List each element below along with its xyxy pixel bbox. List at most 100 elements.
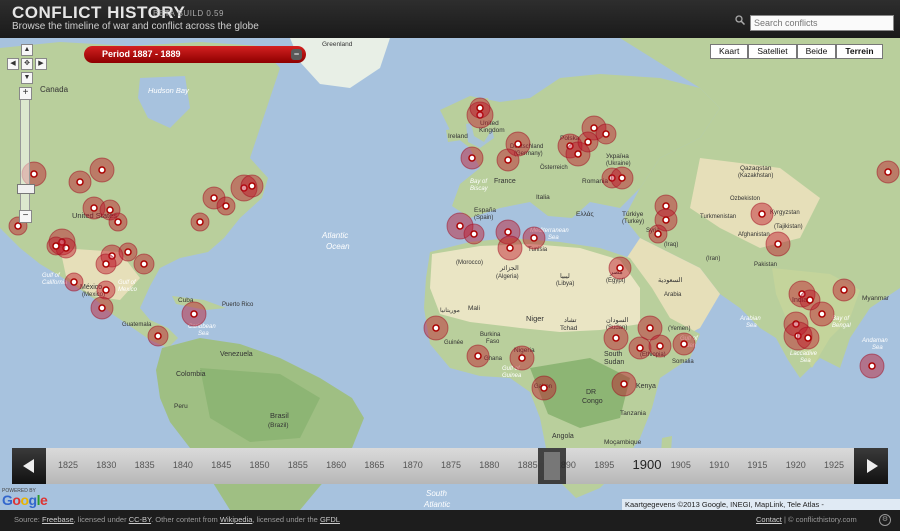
timeline-next-button[interactable] — [854, 448, 888, 484]
conflict-marker[interactable] — [796, 326, 820, 350]
timeline-year[interactable]: 1860 — [326, 460, 346, 470]
conflict-marker[interactable] — [463, 223, 485, 245]
conflict-marker[interactable] — [216, 196, 236, 216]
conflict-marker[interactable] — [108, 212, 128, 232]
conflict-marker[interactable] — [68, 170, 92, 194]
conflict-marker[interactable] — [611, 371, 637, 397]
conflict-marker[interactable] — [89, 157, 115, 183]
conflict-marker[interactable] — [628, 336, 652, 360]
timeline-year[interactable]: 1870 — [403, 460, 423, 470]
timeline-year[interactable]: 1855 — [288, 460, 308, 470]
pan-left-button[interactable]: ◀ — [7, 58, 19, 70]
conflict-marker[interactable] — [190, 212, 210, 232]
conflict-marker[interactable] — [64, 272, 84, 292]
timeline-year[interactable]: 1830 — [96, 460, 116, 470]
conflict-marker[interactable] — [181, 301, 207, 327]
timeline-handle[interactable] — [538, 448, 566, 484]
map-attribution: Kaartgegevens ©2013 Google, INEGI, MapLi… — [622, 499, 900, 510]
google-logo[interactable]: Google — [2, 492, 48, 508]
conflict-marker[interactable] — [46, 236, 66, 256]
conflict-marker[interactable] — [95, 253, 117, 275]
conflict-marker[interactable] — [531, 375, 557, 401]
conflict-marker[interactable] — [595, 123, 617, 145]
timeline-year[interactable]: 1885 — [518, 460, 538, 470]
licensed-text: , licensed under — [73, 515, 127, 524]
timeline-year[interactable]: 1875 — [441, 460, 461, 470]
timeline-year[interactable]: 1845 — [211, 460, 231, 470]
conflict-marker[interactable] — [240, 174, 264, 198]
gfdl-link[interactable]: GFDL — [320, 515, 340, 524]
pan-center-button[interactable]: ✥ — [21, 58, 33, 70]
timeline-year[interactable]: 1920 — [786, 460, 806, 470]
settings-icon[interactable]: ⚙ — [879, 514, 891, 526]
arrow-right-icon — [867, 459, 878, 473]
period-pill[interactable]: Period 1887 - 1889 − — [84, 46, 306, 63]
cc-by-link[interactable]: CC-BY — [129, 515, 151, 524]
pan-up-button[interactable]: ▲ — [21, 44, 33, 56]
conflict-marker[interactable] — [648, 224, 668, 244]
pan-down-button[interactable]: ▼ — [21, 72, 33, 84]
timeline-year[interactable]: 1895 — [594, 460, 614, 470]
conflict-marker[interactable] — [672, 332, 696, 356]
conflict-marker[interactable] — [603, 325, 629, 351]
timeline-year[interactable]: 1840 — [173, 460, 193, 470]
timeline-year[interactable]: 1850 — [250, 460, 270, 470]
period-collapse-button[interactable]: − — [291, 49, 302, 60]
conflict-marker[interactable] — [496, 148, 520, 172]
conflict-marker[interactable] — [469, 97, 491, 119]
timeline-year[interactable]: 1880 — [479, 460, 499, 470]
map-type-terrein-button[interactable]: Terrein — [836, 44, 883, 59]
zoom-slider[interactable] — [20, 88, 30, 222]
period-label: Period 1887 - 1889 — [102, 49, 181, 59]
conflict-marker[interactable] — [577, 131, 599, 153]
wikipedia-link[interactable]: Wikipedia — [220, 515, 253, 524]
conflict-marker[interactable] — [522, 226, 546, 250]
pan-control[interactable]: ▲ ◀ ✥ ▶ ▼ — [5, 44, 47, 84]
zoom-slider-handle[interactable] — [17, 184, 35, 194]
conflict-marker[interactable] — [147, 325, 169, 347]
conflict-marker[interactable] — [460, 146, 484, 170]
contact-link[interactable]: Contact — [756, 515, 782, 524]
conflict-marker[interactable] — [765, 231, 791, 257]
conflict-marker[interactable] — [509, 345, 535, 371]
search-input[interactable] — [750, 15, 894, 31]
timeline-year[interactable]: 1900 — [633, 457, 662, 472]
pan-right-button[interactable]: ▶ — [35, 58, 47, 70]
timeline-year[interactable]: 1825 — [58, 460, 78, 470]
conflict-marker[interactable] — [90, 296, 114, 320]
conflict-markers-layer[interactable] — [0, 38, 900, 510]
timeline-year[interactable]: 1905 — [671, 460, 691, 470]
licensed-text-2: , licensed under the — [252, 515, 318, 524]
conflict-marker[interactable] — [497, 235, 523, 261]
page-footer: Source: Freebase, licensed under CC-BY. … — [0, 510, 900, 531]
timeline-year[interactable]: 1915 — [747, 460, 767, 470]
timeline-year[interactable]: 1910 — [709, 460, 729, 470]
conflict-marker[interactable] — [648, 334, 672, 358]
conflict-marker[interactable] — [423, 315, 449, 341]
map-type-kaart-button[interactable]: Kaart — [710, 44, 749, 59]
conflict-marker[interactable] — [750, 202, 774, 226]
timeline-bar[interactable]: 1825 1830 1835 1840 1845 1850 1855 1860 1865 1870… — [12, 448, 888, 484]
conflict-marker[interactable] — [832, 278, 856, 302]
timeline-year[interactable]: 1925 — [824, 460, 844, 470]
conflict-marker[interactable] — [608, 256, 632, 280]
map-type-beide-button[interactable]: Beide — [796, 44, 837, 59]
map-type-control: Kaart Satelliet Beide Terrein — [710, 44, 883, 59]
timeline-year[interactable]: 1865 — [364, 460, 384, 470]
conflict-marker[interactable] — [876, 160, 900, 184]
world-map[interactable]: Hudson Bay Canada Greenland Atlantic Ocean Un… — [0, 38, 900, 510]
zoom-out-button[interactable]: − — [19, 210, 32, 223]
conflict-marker[interactable] — [799, 289, 821, 311]
conflict-marker[interactable] — [118, 242, 138, 262]
timeline-prev-button[interactable] — [12, 448, 46, 484]
conflict-marker[interactable] — [610, 166, 634, 190]
conflict-marker[interactable] — [859, 353, 885, 379]
conflict-marker[interactable] — [466, 344, 490, 368]
conflict-marker[interactable] — [133, 253, 155, 275]
zoom-in-button[interactable]: + — [19, 87, 32, 100]
map-type-satelliet-button[interactable]: Satelliet — [748, 44, 797, 59]
search-icon[interactable] — [735, 15, 745, 25]
freebase-link[interactable]: Freebase — [42, 515, 74, 524]
conflict-marker[interactable] — [96, 280, 116, 300]
timeline-year[interactable]: 1835 — [135, 460, 155, 470]
